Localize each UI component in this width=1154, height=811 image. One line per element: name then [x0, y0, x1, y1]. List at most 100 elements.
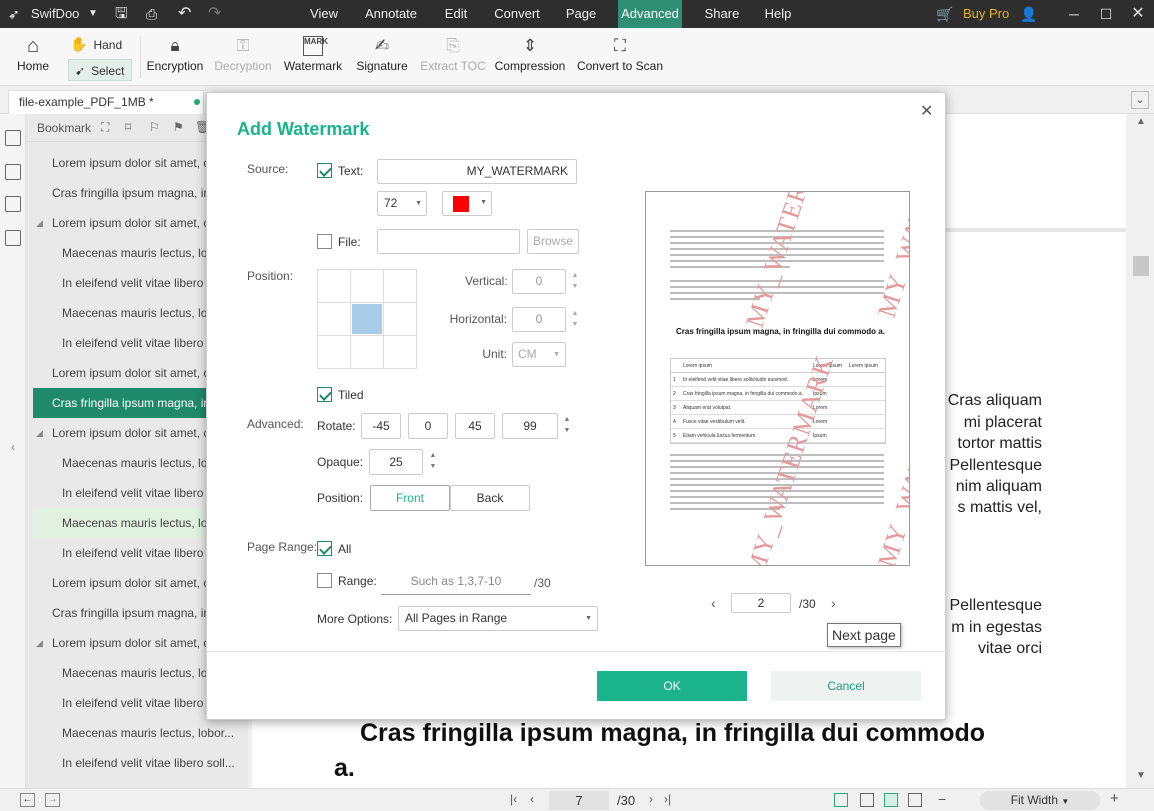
front-button[interactable]: Front: [370, 485, 450, 511]
hand-button[interactable]: ✋ Hand: [70, 34, 132, 54]
close-window-icon[interactable]: ✕: [1124, 0, 1152, 28]
document-tab[interactable]: file-example_PDF_1MB *: [8, 90, 204, 114]
convert-to-scan-button[interactable]: ⛶ Convert to Scan: [576, 34, 664, 82]
prev-view-icon[interactable]: ←: [20, 793, 35, 807]
thumbnail-panel-icon[interactable]: [5, 164, 21, 180]
preview-prev-icon[interactable]: ‹: [711, 595, 716, 611]
zoom-out-icon[interactable]: −: [938, 791, 946, 807]
add-bookmark-icon[interactable]: ⌑: [125, 120, 131, 134]
collapse-panel-icon[interactable]: ‹: [5, 432, 21, 462]
buy-pro-link[interactable]: Buy Pro: [963, 0, 1009, 28]
account-icon[interactable]: 👤: [1018, 0, 1040, 28]
scroll-up-icon[interactable]: ▲: [1136, 116, 1146, 127]
font-size-select[interactable]: 72 ▼: [377, 191, 427, 216]
menu-view[interactable]: View: [300, 0, 348, 28]
cancel-button[interactable]: Cancel: [771, 671, 921, 701]
menu-annotate[interactable]: Annotate: [360, 0, 422, 28]
rotate-spinner-icon[interactable]: ▲ ▼: [563, 414, 571, 438]
text-checkbox[interactable]: [317, 163, 332, 178]
two-page-icon[interactable]: [860, 793, 874, 807]
expand-arrow-icon[interactable]: ◢: [36, 628, 43, 658]
compression-button[interactable]: ⇕ Compression: [494, 34, 566, 82]
preview-page-input[interactable]: 2: [731, 593, 791, 613]
menu-edit[interactable]: Edit: [434, 0, 478, 28]
more-options-select[interactable]: All Pages in Range ▼: [398, 606, 598, 631]
encryption-button[interactable]: 🔒︎ Encryption: [144, 34, 206, 82]
next-view-icon[interactable]: →: [45, 793, 60, 807]
expand-arrow-icon[interactable]: ◢: [36, 418, 43, 448]
color-picker[interactable]: ▼: [442, 191, 492, 216]
continuous-icon[interactable]: [884, 793, 898, 807]
preview-next-icon[interactable]: ›: [831, 595, 836, 611]
menu-share[interactable]: Share: [698, 0, 746, 28]
collapse-ribbon-icon[interactable]: ⌄: [1131, 91, 1149, 109]
range-checkbox[interactable]: [317, 573, 332, 588]
single-page-icon[interactable]: [834, 793, 848, 807]
back-button[interactable]: Back: [450, 485, 530, 511]
select-button[interactable]: ➹ Select: [68, 59, 132, 81]
first-page-icon[interactable]: |‹: [510, 792, 517, 806]
font-size-value: 72: [384, 196, 398, 210]
position-center-cell[interactable]: [352, 304, 382, 334]
cart-icon[interactable]: 🛒: [936, 0, 953, 28]
vertical-spinner-icon[interactable]: ▲ ▼: [571, 270, 579, 294]
scroll-thumb[interactable]: [1133, 256, 1149, 276]
save-icon[interactable]: 🖫: [115, 0, 128, 28]
file-path-input[interactable]: [377, 229, 520, 254]
next-page-icon[interactable]: ›: [649, 792, 653, 806]
decryption-button[interactable]: ⚿ Decryption: [212, 34, 274, 82]
unit-label: Unit:: [482, 347, 507, 361]
annotation-panel-icon[interactable]: [5, 196, 21, 212]
scroll-down-icon[interactable]: ▼: [1136, 770, 1146, 781]
tiled-checkbox[interactable]: [317, 387, 332, 402]
zoom-select[interactable]: Fit Width ▼: [980, 791, 1100, 810]
watermark-text-input[interactable]: MY_WATERMARK: [377, 159, 577, 184]
minimize-icon[interactable]: ─: [1060, 0, 1088, 28]
bookmark-add-icon[interactable]: ⚑: [173, 120, 184, 134]
bookmark-item[interactable]: In eleifend velit vitae libero soll...: [33, 748, 246, 778]
bookmark-panel-icon[interactable]: [5, 130, 21, 146]
watermark-button[interactable]: MARK Watermark: [282, 34, 344, 82]
ok-button[interactable]: OK: [597, 671, 747, 701]
bookmark-icon[interactable]: ⚐: [149, 120, 160, 134]
vertical-input[interactable]: 0: [512, 269, 566, 294]
word-panel-icon[interactable]: [5, 230, 21, 246]
undo-icon[interactable]: ↶: [178, 0, 191, 28]
horizontal-input[interactable]: 0: [512, 307, 566, 332]
file-checkbox[interactable]: [317, 234, 332, 249]
rotate-minus45-button[interactable]: -45: [361, 413, 401, 439]
rotate-input[interactable]: 99: [502, 413, 558, 439]
last-page-icon[interactable]: ›|: [664, 792, 671, 806]
browse-button[interactable]: Browse: [527, 229, 579, 254]
bookmark-item[interactable]: Maecenas mauris lectus, lobor...: [33, 718, 246, 748]
menu-convert[interactable]: Convert: [488, 0, 546, 28]
expand-arrow-icon[interactable]: ◢: [36, 208, 43, 238]
extract-toc-button[interactable]: ⎘ Extract TOC: [420, 34, 486, 82]
opaque-spinner-icon[interactable]: ▲ ▼: [429, 450, 437, 474]
print-icon[interactable]: ⎙: [146, 0, 157, 28]
menu-page[interactable]: Page: [558, 0, 604, 28]
vertical-scrollbar[interactable]: ▲ ▼: [1129, 114, 1154, 788]
rotate-0-button[interactable]: 0: [408, 413, 448, 439]
two-continuous-icon[interactable]: [908, 793, 922, 807]
dialog-close-icon[interactable]: ✕: [920, 101, 933, 121]
menu-help[interactable]: Help: [756, 0, 800, 28]
menu-advanced[interactable]: Advanced: [618, 0, 682, 28]
prev-page-icon[interactable]: ‹: [530, 792, 534, 806]
encryption-label: Encryption: [146, 59, 204, 73]
redo-icon[interactable]: ↷: [208, 0, 221, 28]
all-pages-checkbox[interactable]: [317, 541, 332, 556]
unit-select[interactable]: CM ▼: [512, 342, 566, 367]
horizontal-spinner-icon[interactable]: ▲ ▼: [571, 308, 579, 332]
signature-button[interactable]: ✍ Signature: [354, 34, 410, 82]
select-label: Select: [91, 64, 125, 78]
app-menu-chevron-icon[interactable]: ▼: [88, 0, 98, 28]
expand-all-icon[interactable]: ⛶: [101, 120, 109, 135]
maximize-icon[interactable]: ☐: [1092, 0, 1120, 28]
home-button[interactable]: ⌂ Home: [12, 34, 54, 82]
zoom-in-icon[interactable]: +: [1110, 790, 1119, 807]
page-number-input[interactable]: 7: [549, 791, 609, 810]
opaque-input[interactable]: 25: [369, 449, 423, 475]
rotate-45-button[interactable]: 45: [455, 413, 495, 439]
range-input[interactable]: Such as 1,3,7-10: [381, 569, 531, 595]
